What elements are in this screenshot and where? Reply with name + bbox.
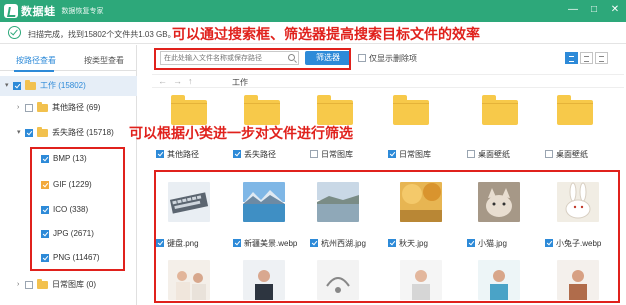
- tree-item-label: 丢失路径 (15718): [52, 128, 114, 137]
- item-label: 桌面壁纸: [556, 150, 588, 159]
- folder-item-wallpaper-2[interactable]: 桌面壁纸: [545, 149, 588, 160]
- up-icon[interactable]: ↑: [188, 76, 199, 86]
- folder-icon: [37, 127, 48, 137]
- item-checkbox[interactable]: [388, 150, 396, 158]
- chevron-down-icon[interactable]: ▾: [5, 76, 9, 96]
- scan-status-text: 扫描完成，找到15802个文件共1.03 GB。: [28, 30, 176, 39]
- tree-item-label: 工作 (15802): [40, 81, 86, 90]
- folder-thumbnail[interactable]: [393, 95, 429, 125]
- folder-icon: [37, 279, 48, 289]
- search-highlight-box: [154, 48, 351, 70]
- folder-item-wallpaper[interactable]: 桌面壁纸: [467, 149, 510, 160]
- only-deleted-checkbox[interactable]: [358, 54, 366, 62]
- app-name: 数据蛙: [21, 6, 56, 18]
- view-tabs: 按路径查看 按类型查看: [0, 51, 137, 72]
- folder-thumbnail[interactable]: [482, 95, 518, 125]
- item-label: 其他路径: [167, 150, 199, 159]
- tree-item-work[interactable]: ▾ 工作 (15802): [0, 76, 137, 96]
- item-label: 日常图库: [399, 150, 431, 159]
- chevron-down-icon[interactable]: ▾: [17, 123, 21, 143]
- tree-item-lost-path[interactable]: ▾ 丢失路径 (15718): [0, 123, 137, 143]
- detail-view-icon[interactable]: [595, 52, 608, 64]
- breadcrumb-path: 工作: [232, 78, 248, 87]
- tree-item-label: 日常图库 (0): [52, 280, 96, 289]
- annotation-search-tip: 可以通过搜索框、筛选器提高搜索目标文件的效率: [172, 27, 480, 43]
- folder-item-lost-path[interactable]: 丢失路径: [233, 149, 276, 160]
- item-label: 桌面壁纸: [478, 150, 510, 159]
- forward-icon[interactable]: →: [173, 76, 188, 86]
- maximize-button[interactable]: □: [588, 4, 600, 16]
- breadcrumb: ←→↑ 工作: [152, 74, 624, 88]
- item-checkbox[interactable]: [310, 150, 318, 158]
- chevron-right-icon[interactable]: ›: [17, 275, 19, 295]
- tree-checkbox[interactable]: [25, 129, 33, 137]
- view-mode-switcher: [565, 52, 608, 64]
- list-view-icon[interactable]: [580, 52, 593, 64]
- active-tab-indicator: [14, 70, 54, 72]
- tab-by-type[interactable]: 按类型查看: [84, 55, 124, 66]
- tree-checkbox[interactable]: [25, 281, 33, 289]
- item-checkbox[interactable]: [233, 150, 241, 158]
- close-button[interactable]: ✕: [609, 4, 621, 16]
- folder-thumbnail[interactable]: [317, 95, 353, 125]
- only-deleted-label: 仅显示删除项: [369, 54, 417, 63]
- folder-icon: [25, 80, 36, 90]
- subcategory-highlight-box: [30, 147, 125, 271]
- item-label: 日常图库: [321, 150, 353, 159]
- app-logo-icon: [4, 4, 18, 18]
- folder-item-daily-gallery[interactable]: 日常图库: [310, 149, 353, 160]
- item-checkbox[interactable]: [156, 150, 164, 158]
- grid-view-icon[interactable]: [565, 52, 578, 64]
- tree-item-other-path[interactable]: › 其他路径 (69): [0, 98, 137, 118]
- folder-item-daily-gallery-2[interactable]: 日常图库: [388, 149, 431, 160]
- item-label: 丢失路径: [244, 150, 276, 159]
- file-grid-highlight-box: [154, 170, 620, 303]
- app-logo: 数据蛙 数据恢复专家: [4, 3, 104, 19]
- nav-arrows: ←→↑: [158, 76, 199, 86]
- tree-item-label: 其他路径 (69): [52, 103, 101, 112]
- back-icon[interactable]: ←: [158, 76, 173, 86]
- tree-checkbox[interactable]: [25, 104, 33, 112]
- scan-complete-icon: [8, 26, 21, 39]
- folder-item-other-path[interactable]: 其他路径: [156, 149, 199, 160]
- folder-thumbnail[interactable]: [171, 95, 207, 125]
- only-deleted-toggle[interactable]: 仅显示删除项: [358, 53, 417, 64]
- item-checkbox[interactable]: [467, 150, 475, 158]
- folder-thumbnail[interactable]: [244, 95, 280, 125]
- tree-checkbox[interactable]: [13, 82, 21, 90]
- folder-thumbnail[interactable]: [557, 95, 593, 125]
- tab-by-path[interactable]: 按路径查看: [16, 55, 56, 66]
- chevron-right-icon[interactable]: ›: [17, 98, 19, 118]
- item-checkbox[interactable]: [545, 150, 553, 158]
- tree-item-daily-gallery[interactable]: › 日常图库 (0): [0, 275, 137, 295]
- minimize-button[interactable]: —: [567, 4, 579, 16]
- window-controls: — □ ✕: [567, 4, 621, 16]
- annotation-subcategory-tip: 可以根据小类进一步对文件进行筛选: [129, 126, 353, 142]
- folder-icon: [37, 102, 48, 112]
- title-bar: 数据蛙 数据恢复专家 — □ ✕: [0, 0, 626, 22]
- app-subtitle: 数据恢复专家: [61, 8, 104, 15]
